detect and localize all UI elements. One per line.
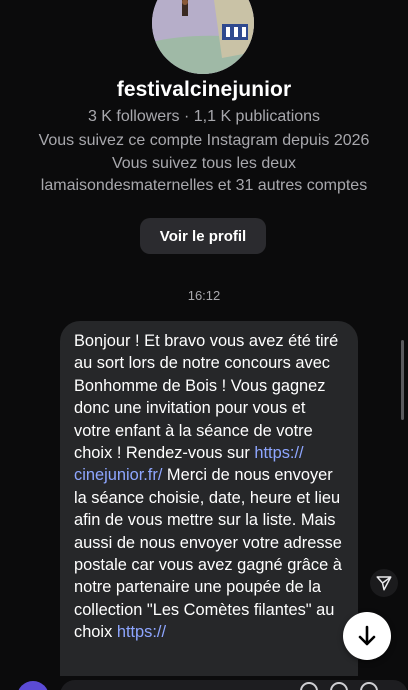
mutuals-line-1: Vous suivez tous les deux: [111, 155, 297, 172]
message-text-part2: Merci de nous envoyer la séance choisie,…: [74, 466, 342, 642]
message-text-part1: Bonjour ! Et bravo vous avez été tiré au…: [74, 332, 339, 463]
avatar-illustration: [152, 0, 254, 74]
message-bubble[interactable]: Bonjour ! Et bravo vous avez été tiré au…: [60, 321, 358, 690]
message-input[interactable]: [60, 680, 408, 690]
profile-avatar[interactable]: [152, 0, 254, 74]
view-profile-button[interactable]: Voir le profil: [140, 218, 266, 254]
share-button[interactable]: [370, 569, 398, 597]
scrollbar[interactable]: [401, 340, 404, 420]
profile-username: festivalcinejunior: [116, 78, 292, 101]
mutuals-line-2: lamaisondesmaternelles et 31 autres comp…: [40, 177, 368, 194]
profile-stats: 3 K followers · 1,1 K publications: [87, 108, 321, 125]
arrow-down-icon: [358, 625, 376, 646]
scroll-to-bottom-button[interactable]: [343, 612, 391, 660]
following-since: Vous suivez ce compte Instagram depuis 2…: [38, 132, 370, 149]
message-timestamp: 16:12: [187, 288, 221, 303]
message-link-2[interactable]: https://: [117, 623, 166, 641]
message-link-1a[interactable]: https://: [254, 444, 303, 462]
paper-plane-icon: [376, 576, 392, 591]
message-link-1b[interactable]: cinejunior.fr/: [74, 466, 162, 484]
